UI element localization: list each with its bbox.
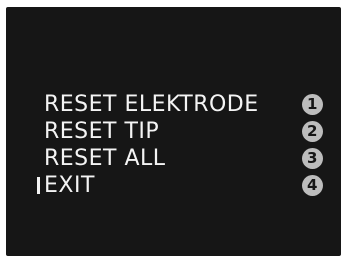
menu-item-label: RESET TIP — [44, 119, 160, 144]
number-1-badge: 1 — [302, 94, 323, 115]
selection-cursor — [37, 177, 40, 194]
menu-item-reset-tip[interactable]: RESET TIP 2 — [37, 118, 337, 145]
number-4-badge: 4 — [302, 175, 323, 196]
menu-item-exit[interactable]: EXIT 4 — [37, 172, 337, 199]
menu-item-label: RESET ELEKTRODE — [44, 92, 259, 117]
reset-menu: RESET ELEKTRODE 1 RESET TIP 2 RESET ALL … — [37, 91, 337, 199]
number-3-badge: 3 — [302, 148, 323, 169]
menu-item-reset-elektrode[interactable]: RESET ELEKTRODE 1 — [37, 91, 337, 118]
menu-item-reset-all[interactable]: RESET ALL 3 — [37, 145, 337, 172]
menu-item-label: RESET ALL — [44, 146, 166, 171]
menu-item-label: EXIT — [44, 173, 95, 198]
display-screen: RESET ELEKTRODE 1 RESET TIP 2 RESET ALL … — [6, 7, 341, 256]
number-2-badge: 2 — [302, 121, 323, 142]
